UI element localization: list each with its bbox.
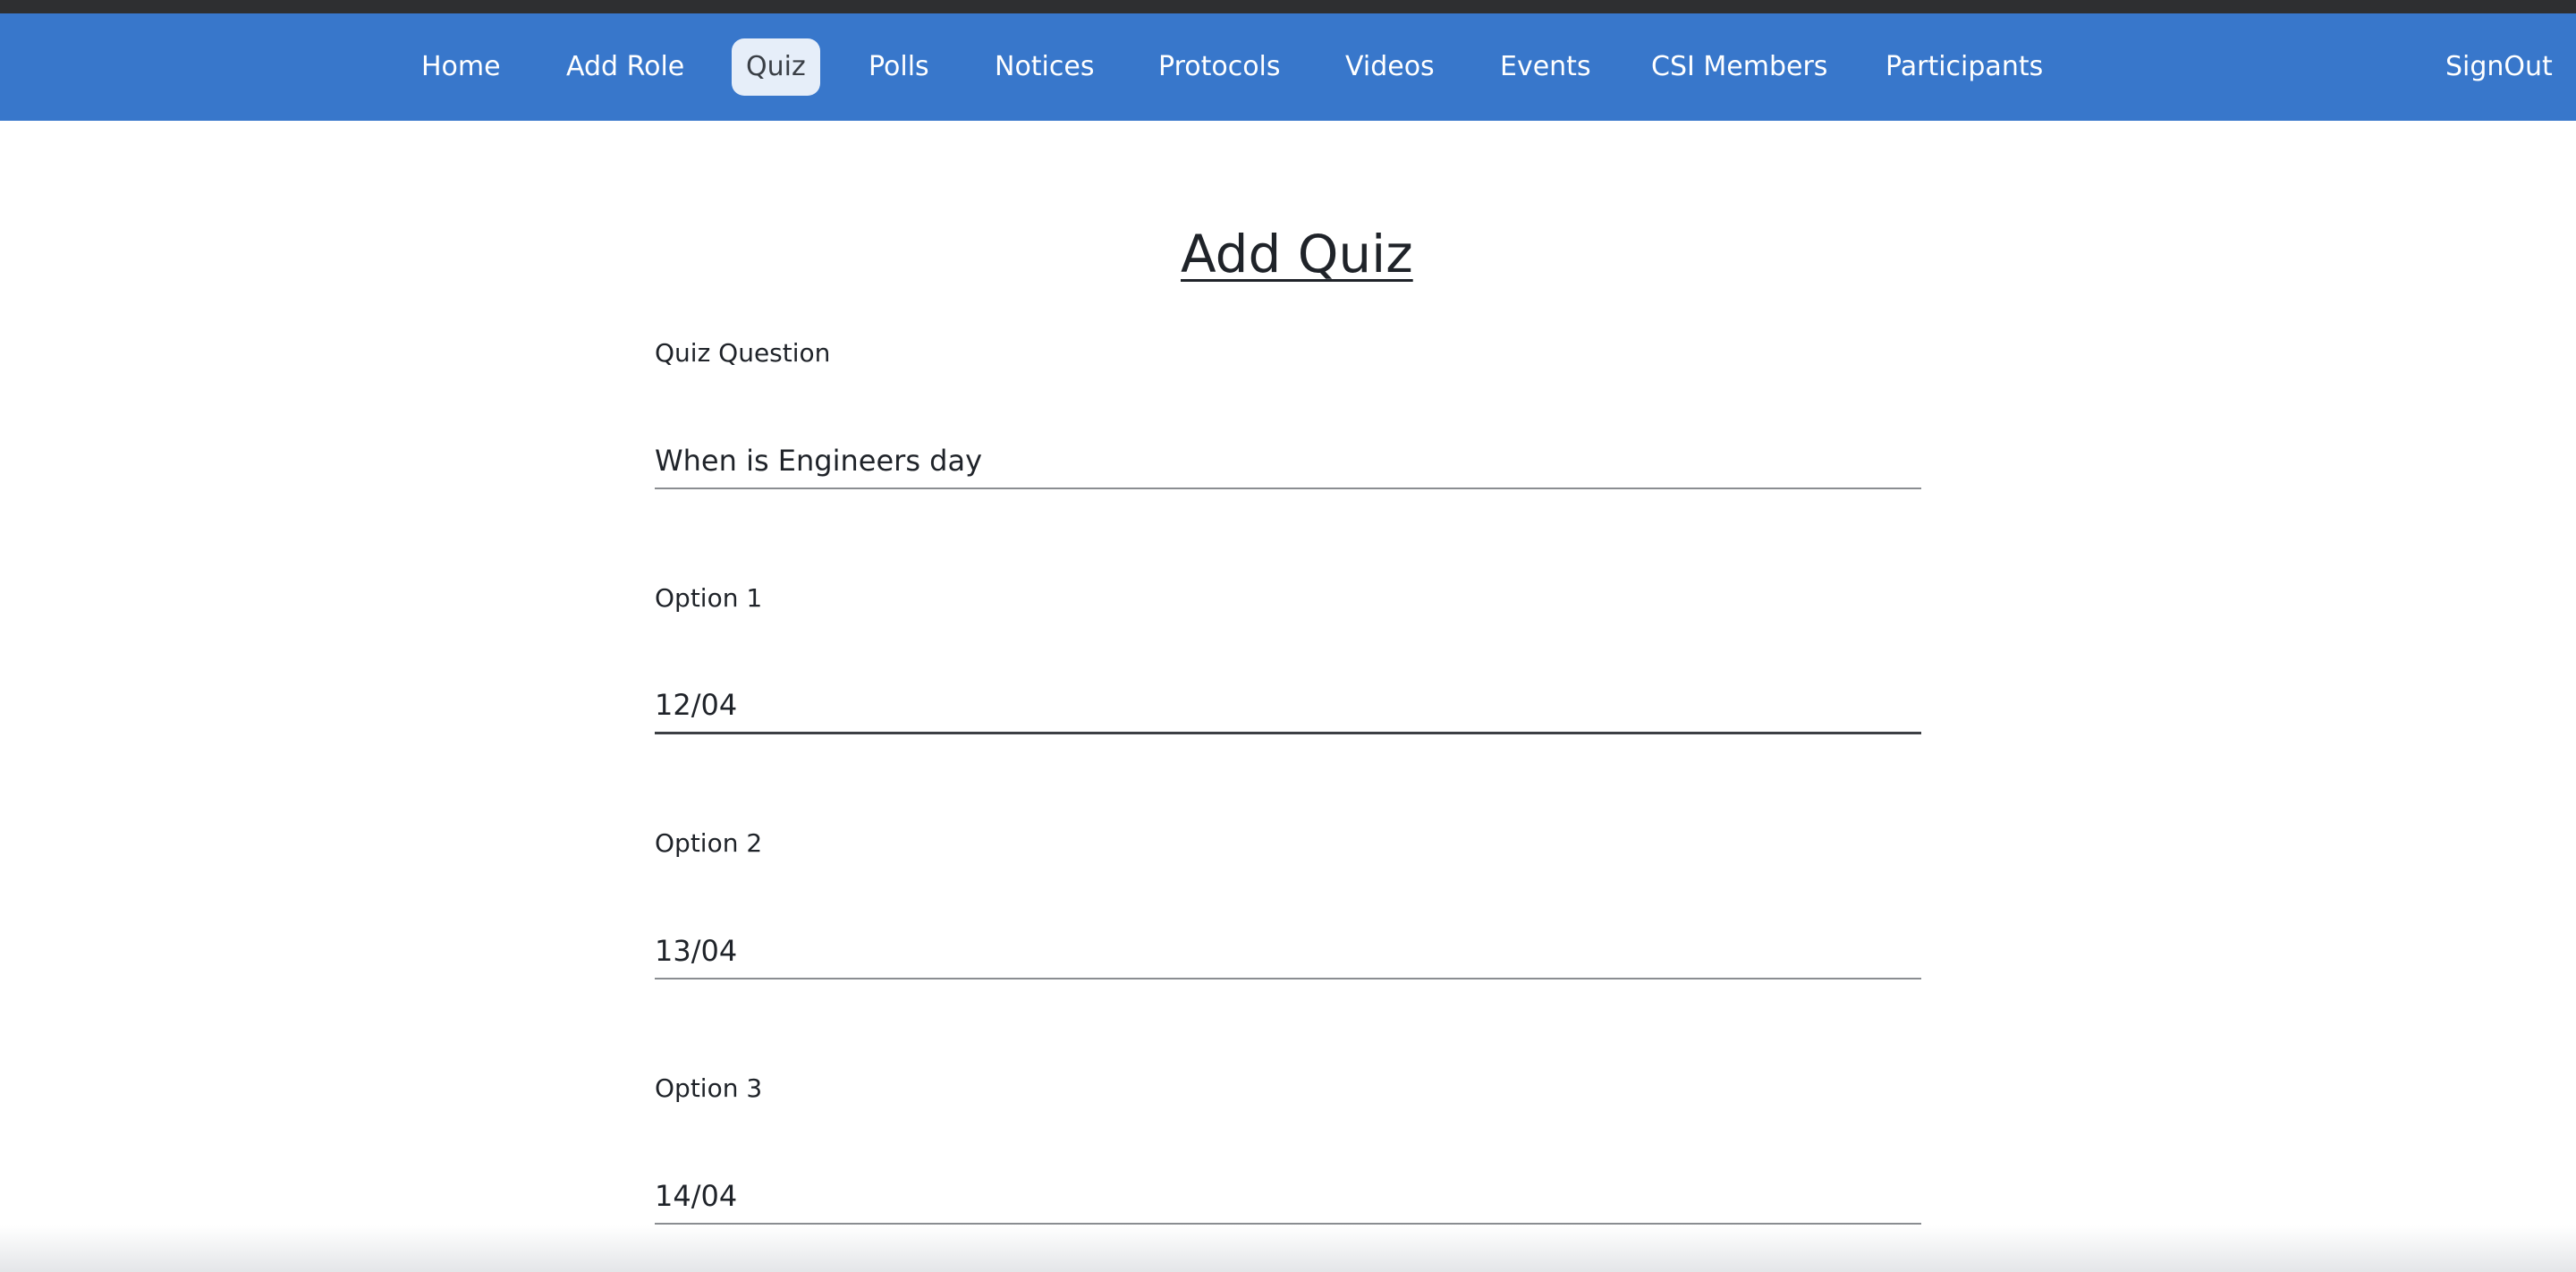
page-title: Add Quiz [1181,224,1413,284]
nav-participants[interactable]: Participants [1871,38,2057,96]
top-navbar: Home Add Role Quiz Polls Notices Protoco… [0,13,2576,121]
nav-quiz[interactable]: Quiz [732,38,820,96]
nav-csi-members[interactable]: CSI Members [1637,38,1842,96]
signout-link[interactable]: SignOut [2431,38,2567,96]
bottom-shadow [0,1225,2576,1272]
option-1-input[interactable] [655,678,1921,734]
browser-top-strip [0,0,2576,13]
nav-protocols[interactable]: Protocols [1144,38,1295,96]
quiz-question-label: Quiz Question [655,338,831,368]
nav-notices[interactable]: Notices [980,38,1108,96]
nav-events[interactable]: Events [1486,38,1606,96]
nav-home[interactable]: Home [407,38,515,96]
option-3-input[interactable] [655,1169,1921,1225]
option-3-label: Option 3 [655,1073,763,1103]
nav-polls[interactable]: Polls [854,38,944,96]
nav-videos[interactable]: Videos [1331,38,1449,96]
option-2-input[interactable] [655,924,1921,979]
option-1-label: Option 1 [655,583,763,613]
option-2-label: Option 2 [655,828,763,858]
nav-add-role[interactable]: Add Role [552,38,699,96]
quiz-question-input[interactable] [655,434,1921,489]
